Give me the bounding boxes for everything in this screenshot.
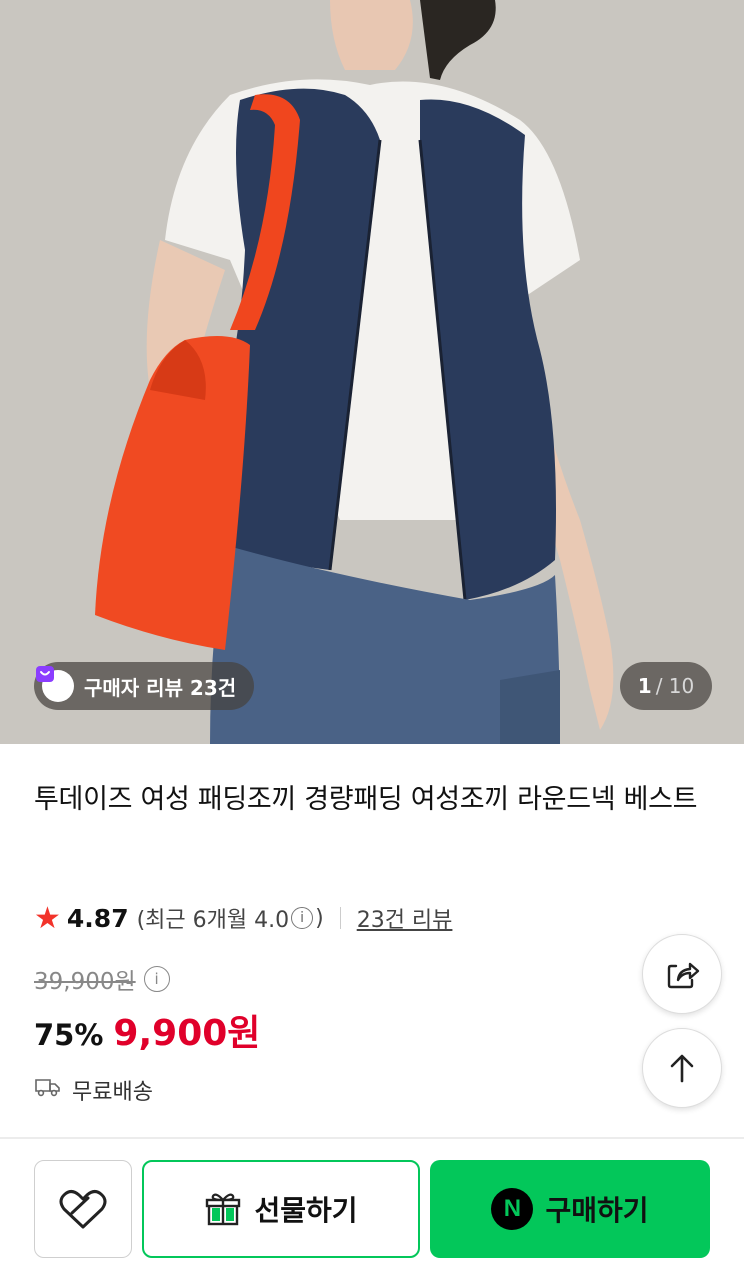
page-current: 1 bbox=[637, 674, 652, 698]
recent-rating-close: ) bbox=[315, 905, 324, 931]
discount-rate: 75% bbox=[34, 1018, 104, 1052]
original-price-row: 39,900원 i bbox=[34, 962, 170, 996]
gift-button-label: 선물하기 bbox=[254, 1194, 358, 1227]
npay-icon: N bbox=[491, 1188, 534, 1230]
review-badge-label: 구매자 리뷰 23건 bbox=[84, 675, 237, 700]
heart-icon bbox=[59, 1190, 107, 1229]
bag-icon bbox=[36, 666, 74, 702]
buy-button-label: 구매하기 bbox=[545, 1194, 649, 1227]
rating-row: ★ 4.87 (최근 6개월 4.0 i ) 23건 리뷰 bbox=[34, 898, 452, 938]
rating-score: 4.87 bbox=[66, 903, 129, 933]
recent-rating: (최근 6개월 4.0 bbox=[136, 908, 290, 933]
info-icon[interactable]: i bbox=[291, 907, 314, 929]
star-icon: ★ bbox=[34, 900, 61, 936]
page-total: / 10 bbox=[655, 674, 695, 698]
gift-icon bbox=[206, 1193, 241, 1226]
price-row: 75% 9,900원 bbox=[34, 1004, 260, 1056]
divider bbox=[339, 907, 341, 929]
reviews-link[interactable]: 23건 리뷰 bbox=[357, 902, 453, 934]
arrow-up-icon bbox=[670, 1054, 694, 1083]
shipping-info: 무료배송 bbox=[34, 1074, 153, 1106]
buy-button[interactable]: N 구매하기 bbox=[430, 1160, 710, 1258]
shipping-label: 무료배송 bbox=[72, 1080, 153, 1105]
share-button[interactable] bbox=[642, 934, 722, 1014]
product-title: 투데이즈 여성 패딩조끼 경량패딩 여성조끼 라운드넥 베스트 bbox=[34, 784, 698, 815]
original-price: 39,900원 bbox=[34, 969, 136, 995]
sale-price: 9,900원 bbox=[113, 1013, 261, 1054]
wishlist-button[interactable] bbox=[34, 1160, 132, 1258]
scroll-top-button[interactable] bbox=[642, 1028, 722, 1108]
buyer-review-badge[interactable]: 구매자 리뷰 23건 bbox=[34, 662, 255, 710]
share-icon bbox=[667, 962, 700, 989]
gift-button[interactable]: 선물하기 bbox=[142, 1160, 420, 1258]
truck-icon bbox=[34, 1076, 62, 1104]
product-photo bbox=[0, 0, 744, 744]
info-icon[interactable]: i bbox=[143, 966, 170, 992]
product-image[interactable]: 구매자 리뷰 23건 1 / 10 bbox=[0, 0, 744, 744]
image-page-counter: 1 / 10 bbox=[620, 662, 712, 710]
bottom-bar-divider bbox=[0, 1137, 744, 1139]
